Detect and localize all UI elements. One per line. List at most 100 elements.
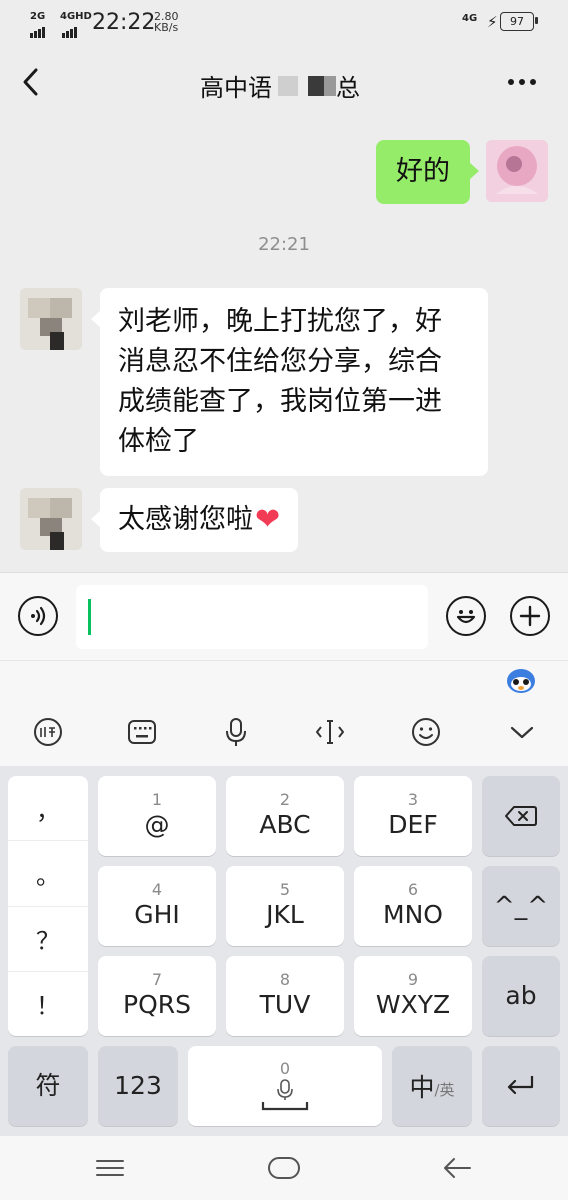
received-message-line: 刘老师，晚上打扰您了，好	[118, 306, 442, 337]
chat-title: 高中语 总	[200, 68, 360, 103]
keyboard-suggestion-strip	[0, 660, 568, 701]
voice-input-button[interactable]	[220, 716, 252, 748]
text-cursor	[88, 599, 91, 635]
ab-key[interactable]: ab	[482, 956, 560, 1036]
key-5[interactable]: 5 JKL	[226, 866, 344, 946]
keyboard: ， 。 ？ ！ 1 @ 2 ABC 3 DEF 4 GHI 5 JKL 6 MN…	[0, 766, 568, 1136]
key-number: 3	[407, 790, 419, 809]
punct-key-comma[interactable]: ，	[8, 776, 88, 842]
my-avatar[interactable]	[486, 140, 548, 202]
emoticon-key[interactable]: ^_^	[482, 866, 560, 946]
key-label: GHI	[134, 900, 180, 929]
emoji-face-icon	[412, 718, 440, 746]
key-2[interactable]: 2 ABC	[226, 776, 344, 856]
key-label: MNO	[383, 900, 443, 929]
time-divider: 22:21	[258, 234, 310, 255]
backspace-key[interactable]	[482, 776, 560, 856]
key-label: 123	[114, 1071, 162, 1100]
key-number: 5	[279, 880, 291, 899]
keyboard-logo-button[interactable]	[32, 716, 64, 748]
chat-title-text: 高中语	[200, 74, 272, 102]
key-4[interactable]: 4 GHI	[98, 866, 216, 946]
back-arrow-icon	[23, 68, 38, 96]
back-arrow-icon	[444, 1158, 471, 1178]
signal-2-icon	[62, 19, 78, 38]
number-key[interactable]: 123	[98, 1046, 178, 1126]
status-bar: 2G 4GHD 22:22 2.80 KB/s 4G ⚡ 97	[0, 0, 568, 44]
sent-message-bubble[interactable]: 好的	[376, 140, 479, 204]
contact-avatar-image-icon	[20, 488, 82, 550]
received-message-bubble[interactable]: 刘老师，晚上打扰您了，好 消息忍不住给您分享，综合 成绩能查了，我岗位第一进 体…	[91, 288, 488, 476]
signal-1-icon	[30, 19, 46, 38]
menu-lines-icon	[96, 1160, 124, 1176]
keyboard-switch-button[interactable]	[126, 716, 158, 748]
system-back-button[interactable]	[440, 1154, 474, 1182]
more-button[interactable]	[500, 60, 544, 104]
key-number: 9	[407, 970, 419, 989]
back-button[interactable]	[14, 64, 50, 100]
voice-icon	[31, 606, 46, 626]
bubble-tail	[91, 510, 101, 528]
ime-mascot-icon[interactable]	[506, 667, 536, 695]
voice-button[interactable]	[18, 596, 58, 636]
title-mosaic-3	[324, 75, 336, 96]
key-6[interactable]: 6 MNO	[354, 866, 472, 946]
more-functions-button[interactable]	[510, 596, 550, 636]
key-number: 4	[151, 880, 163, 899]
chat-header: 高中语 总	[0, 44, 568, 122]
key-number: 2	[279, 790, 291, 809]
language-switch-key[interactable]: 中 /英	[392, 1046, 472, 1126]
key-number: 8	[279, 970, 291, 989]
hide-keyboard-button[interactable]	[506, 716, 538, 748]
message-list: 好的 22:21 刘老师，晚上打扰您了，好 消息忍不住给您分享，综合 成绩能查了…	[0, 122, 568, 572]
system-nav-bar	[0, 1136, 568, 1200]
contact-avatar[interactable]	[20, 488, 82, 550]
plus-icon	[519, 605, 541, 627]
battery-cap	[535, 17, 538, 24]
enter-icon	[507, 1076, 534, 1095]
emoji-panel-button[interactable]	[410, 716, 442, 748]
received-message-bubble[interactable]: 太感谢您啦 ❤	[91, 488, 299, 552]
key-9[interactable]: 9 WXYZ	[354, 956, 472, 1036]
ime-logo-icon	[34, 718, 62, 746]
key-7[interactable]: 7 PQRS	[98, 956, 216, 1036]
title-mosaic-2	[308, 75, 324, 96]
keyboard-icon	[128, 720, 156, 744]
punct-key-period[interactable]: 。	[8, 841, 88, 907]
key-label: WXYZ	[375, 990, 451, 1019]
contact-avatar-image-icon	[20, 288, 82, 350]
title-mosaic-1	[278, 75, 298, 96]
key-label: PQRS	[123, 990, 191, 1019]
space-key[interactable]: 0	[188, 1046, 382, 1126]
punct-key-question[interactable]: ？	[8, 907, 88, 972]
key-number: 6	[407, 880, 419, 899]
message-input-bar	[0, 572, 568, 661]
space-mic-icon	[261, 1079, 309, 1111]
punct-key-exclaim[interactable]: ！	[8, 972, 88, 1036]
charging-icon: ⚡	[487, 13, 498, 31]
menu-button[interactable]	[94, 1154, 126, 1182]
key-8[interactable]: 8 TUV	[226, 956, 344, 1036]
bubble-tail	[91, 310, 101, 328]
enter-key[interactable]	[482, 1046, 560, 1126]
keyboard-toolbar	[0, 700, 568, 766]
home-button[interactable]	[266, 1154, 302, 1182]
cursor-edit-button[interactable]	[314, 716, 346, 748]
emoji-button[interactable]	[446, 596, 486, 636]
battery-indicator: 97	[500, 12, 534, 31]
net-speed-unit: KB/s	[154, 21, 179, 34]
contact-avatar[interactable]	[20, 288, 82, 350]
key-label: ab	[505, 981, 537, 1010]
network-4g-label: 4G	[462, 13, 478, 24]
key-number: 7	[151, 970, 163, 989]
backspace-icon	[505, 806, 537, 826]
key-1[interactable]: 1 @	[98, 776, 216, 856]
key-label: 符	[35, 1071, 61, 1100]
received-message-text: 太感谢您啦	[118, 504, 253, 535]
symbol-key[interactable]: 符	[8, 1046, 88, 1126]
key-label: DEF	[388, 810, 438, 839]
more-dots-icon	[508, 79, 536, 85]
key-3[interactable]: 3 DEF	[354, 776, 472, 856]
message-input[interactable]	[76, 585, 428, 649]
chevron-down-icon	[510, 726, 534, 739]
